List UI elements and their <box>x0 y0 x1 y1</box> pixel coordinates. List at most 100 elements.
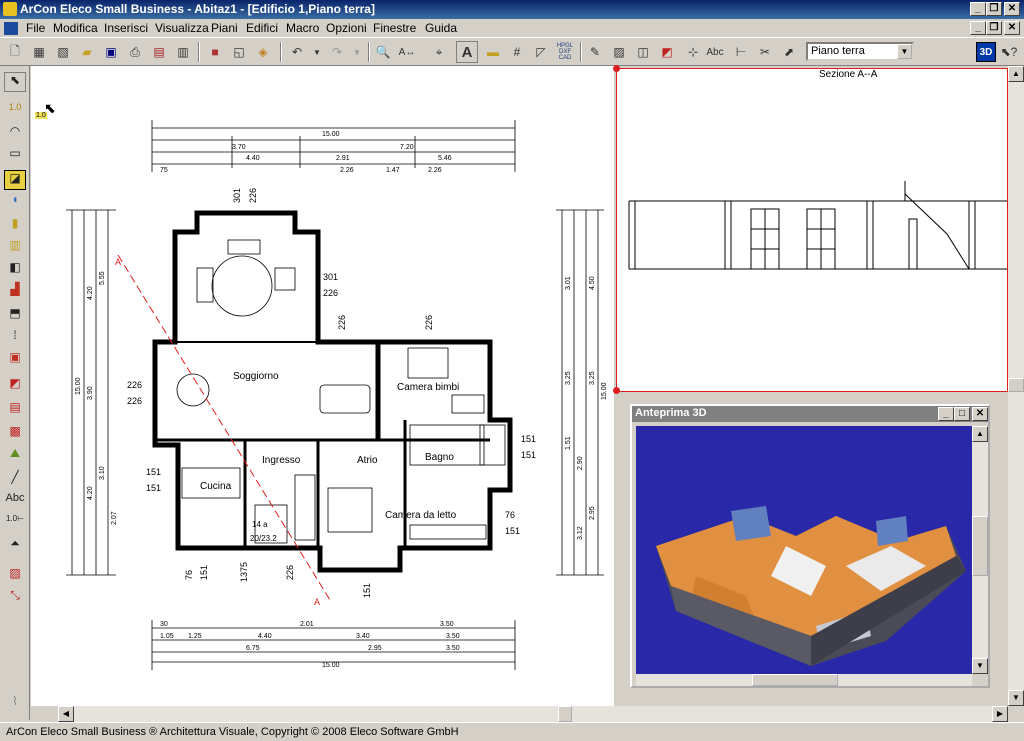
scroll-down-icon[interactable]: ▼ <box>1008 690 1024 706</box>
doc-minimize-button[interactable]: _ <box>970 21 986 35</box>
roof-icon[interactable]: ◧ <box>4 260 26 280</box>
preview-hscroll[interactable] <box>636 674 972 686</box>
doc-icon[interactable] <box>4 22 18 35</box>
object-red-icon[interactable]: ◩ <box>4 376 26 396</box>
preview-3d-window[interactable]: Anteprima 3D _ □ ✕ ▲ ▼ <box>630 404 990 688</box>
room-icon[interactable]: ◫ <box>632 41 654 63</box>
menu-finestre[interactable]: Finestre <box>373 21 416 35</box>
terrain-icon[interactable]: ⛰ <box>4 446 26 466</box>
door-icon[interactable]: ◖ <box>4 192 26 212</box>
measure-icon[interactable]: ⊢ <box>730 41 752 63</box>
wall-icon[interactable]: ▭ <box>4 146 26 166</box>
undo-dropdown-icon[interactable]: ▼ <box>306 41 328 63</box>
menu-macro[interactable]: Macro <box>286 21 319 35</box>
app-icon[interactable] <box>3 2 17 16</box>
menu-edifici[interactable]: Edifici <box>246 21 278 35</box>
redo-icon[interactable]: ↷ <box>326 41 348 63</box>
undo-icon[interactable]: ↶ <box>286 41 308 63</box>
hatch-icon[interactable]: ▨ <box>608 41 630 63</box>
menu-guida[interactable]: Guida <box>425 21 457 35</box>
scroll-up-icon[interactable]: ▲ <box>972 426 988 442</box>
floor-plan-canvas[interactable]: 15.00 3.70 7.20 4.40 2.91 5.46 75 2.26 1… <box>31 66 614 706</box>
preview-maximize-button[interactable]: □ <box>954 407 970 421</box>
abc-text-icon[interactable]: Abc <box>704 41 726 63</box>
grid-icon[interactable]: # <box>506 41 528 63</box>
trash-icon[interactable]: ⌇ <box>4 694 26 714</box>
texture-icon[interactable]: ▩ <box>4 424 26 444</box>
print-icon[interactable]: ⎙ <box>124 41 146 63</box>
dimension-tool-icon[interactable]: ⊹ <box>682 41 704 63</box>
pointer-icon[interactable]: ⬈ <box>778 41 800 63</box>
preview-title-bar[interactable]: Anteprima 3D <box>632 406 988 422</box>
catalog-icon[interactable]: ▤ <box>148 41 170 63</box>
scale-tool-icon[interactable]: 1.0⊢ <box>4 514 26 534</box>
restore-button[interactable]: ❐ <box>986 2 1002 16</box>
chevron-down-icon[interactable]: ▼ <box>897 44 912 59</box>
menu-modifica[interactable]: Modifica <box>53 21 98 35</box>
angle-grid-icon[interactable]: ◸ <box>530 41 552 63</box>
new-file-icon[interactable]: 🗋 <box>4 41 26 63</box>
close-button[interactable]: ✕ <box>1004 2 1020 16</box>
help-pointer-icon[interactable]: ⬉? <box>998 41 1020 63</box>
red-corner-icon[interactable]: ◩ <box>656 41 678 63</box>
scroll-right-icon[interactable]: ▶ <box>992 706 1008 722</box>
3d-object-icon[interactable]: ◈ <box>252 41 274 63</box>
hpgl-dxf-cad-icon[interactable]: HPGL DXF CAD <box>554 41 576 63</box>
hscroll-thumb[interactable] <box>558 706 572 722</box>
line-tool-icon[interactable]: ╱ <box>4 470 26 490</box>
save-icon[interactable]: ▣ <box>100 41 122 63</box>
catalog-red-icon[interactable]: ▤ <box>4 400 26 420</box>
menu-inserisci[interactable]: Inserisci <box>104 21 148 35</box>
abc-tool-icon[interactable]: Abc <box>4 492 26 512</box>
stair-icon[interactable]: ▟ <box>4 282 26 302</box>
menu-file[interactable]: File <box>26 21 45 35</box>
preview-close-button[interactable]: ✕ <box>972 407 988 421</box>
window-tool-icon[interactable]: ◪ <box>4 170 26 190</box>
copy-object-icon[interactable]: ◱ <box>228 41 250 63</box>
zoom-icon[interactable]: 🔍 <box>372 41 394 63</box>
layout-icon[interactable]: ▥ <box>172 41 194 63</box>
minimize-button[interactable]: _ <box>970 2 986 16</box>
box-icon[interactable]: ▣ <box>4 350 26 370</box>
menu-opzioni[interactable]: Opzioni <box>326 21 367 35</box>
crosshair-icon[interactable]: ⌖ <box>428 41 450 63</box>
doc-close-button[interactable]: ✕ <box>1004 21 1020 35</box>
scroll-up-icon[interactable]: ▲ <box>1008 66 1024 82</box>
section-view[interactable]: Sezione A--A <box>613 65 1008 394</box>
arc-tool-icon[interactable]: ◠ <box>4 124 26 144</box>
vscroll-thumb[interactable] <box>1008 378 1024 392</box>
scroll-left-icon[interactable]: ◀ <box>58 706 74 722</box>
scissors-icon[interactable]: ✂ <box>754 41 776 63</box>
section-handle-bottom[interactable] <box>613 387 620 394</box>
open-folder-icon[interactable]: ▰ <box>76 41 98 63</box>
marker-icon[interactable]: 1.0 <box>4 102 26 122</box>
preview-minimize-button[interactable]: _ <box>938 407 954 421</box>
new-plan-icon[interactable]: ▧ <box>52 41 74 63</box>
main-vscroll[interactable]: ▲ ▼ <box>1008 66 1024 706</box>
wall-tool-icon[interactable]: ■ <box>204 41 226 63</box>
view-3d-button[interactable]: 3D <box>976 42 996 62</box>
pencil-icon[interactable]: ✎ <box>584 41 606 63</box>
new-project-icon[interactable]: ▦ <box>28 41 50 63</box>
light-icon[interactable]: ⁞ <box>4 328 26 348</box>
preview-vscroll-thumb[interactable] <box>972 516 988 576</box>
zoom-range-icon[interactable]: A↔ <box>396 41 418 63</box>
measure-tool-icon[interactable]: ⤡ <box>4 588 26 608</box>
text-tool-icon[interactable]: A <box>456 41 478 63</box>
menu-visualizza[interactable]: Visualizza <box>155 21 209 35</box>
preview-hscroll-thumb[interactable] <box>752 674 838 686</box>
scroll-down-icon[interactable]: ▼ <box>972 658 988 674</box>
ceiling-icon[interactable]: ▥ <box>4 238 26 258</box>
ruler-icon[interactable]: ▬ <box>482 41 504 63</box>
column-icon[interactable]: ▮ <box>4 216 26 236</box>
main-hscroll[interactable]: ◀ ▶ <box>58 706 1008 722</box>
select-arrow-icon[interactable]: ⬉ <box>4 72 26 92</box>
preview-3d-viewport[interactable] <box>636 426 972 674</box>
floor-select[interactable]: Piano terra ▼ <box>806 42 914 61</box>
redo-dropdown-icon[interactable]: ▼ <box>346 41 368 63</box>
floor-slab-icon[interactable]: ⬒ <box>4 306 26 326</box>
hatch-tool-icon[interactable]: ▨ <box>4 566 26 586</box>
doc-restore-button[interactable]: ❐ <box>986 21 1002 35</box>
menu-piani[interactable]: Piani <box>211 21 238 35</box>
section-handle-top[interactable] <box>613 65 620 72</box>
